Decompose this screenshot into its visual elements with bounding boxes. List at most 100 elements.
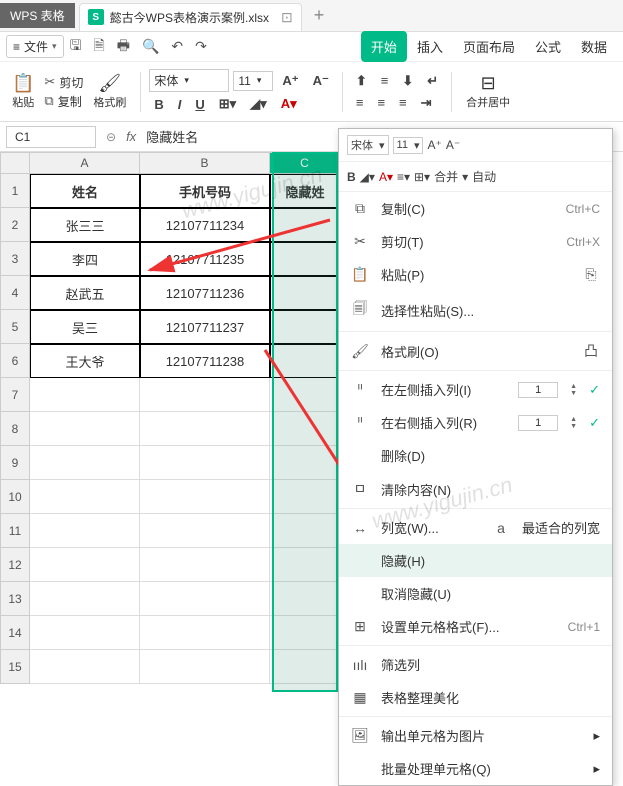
cell[interactable] — [140, 582, 270, 616]
select-all-corner[interactable] — [0, 152, 30, 174]
mini-border-icon[interactable]: ⊞▾ — [414, 170, 430, 184]
row-header[interactable]: 14 — [0, 616, 30, 650]
align-center-icon[interactable]: ≡ — [372, 93, 390, 112]
mini-size-select[interactable]: 11 ▾ — [393, 137, 424, 154]
cell[interactable] — [140, 378, 270, 412]
mini-align-icon[interactable]: ≡▾ — [397, 170, 410, 184]
context-menu-item[interactable]: ıılı筛选列 — [339, 648, 612, 681]
context-menu-item[interactable]: ✂剪切(T)Ctrl+X — [339, 225, 612, 258]
border-button[interactable]: ⊞▾ — [214, 94, 241, 114]
insert-count-spinner[interactable]: 1 — [518, 382, 558, 398]
mini-fill-icon[interactable]: ◢▾ — [360, 170, 375, 184]
cell[interactable] — [30, 650, 140, 684]
context-menu-item[interactable]: 📋粘贴(P)⎘ — [339, 258, 612, 291]
font-size-select[interactable]: 11▾ — [233, 71, 273, 91]
undo-icon[interactable]: ↶ — [171, 38, 183, 55]
context-menu-item[interactable]: 取消隐藏(U) — [339, 577, 612, 610]
print-icon[interactable]: 🖶 — [117, 35, 130, 59]
align-right-icon[interactable]: ≡ — [394, 93, 412, 112]
bold-button[interactable]: B — [149, 95, 168, 114]
font-name-select[interactable]: 宋体▾ — [149, 69, 229, 92]
column-header[interactable]: A — [30, 152, 140, 174]
context-menu-item[interactable]: 隐藏(H) — [339, 544, 612, 577]
row-header[interactable]: 13 — [0, 582, 30, 616]
cell[interactable] — [30, 582, 140, 616]
file-menu-button[interactable]: ≡ 文件 ▾ — [6, 35, 64, 58]
cell[interactable]: 张三三 — [30, 208, 140, 242]
cell[interactable] — [140, 412, 270, 446]
cell[interactable]: 赵武五 — [30, 276, 140, 310]
preview-icon[interactable]: 🔍 — [142, 38, 159, 55]
row-header[interactable]: 5 — [0, 310, 30, 344]
column-header[interactable]: B — [140, 152, 270, 174]
italic-button[interactable]: I — [173, 95, 187, 114]
context-menu-item[interactable]: ㅁ清除内容(N) — [339, 472, 612, 506]
context-menu-item[interactable]: 🖼输出单元格为图片▸ — [339, 719, 612, 752]
row-header[interactable]: 11 — [0, 514, 30, 548]
align-bottom-icon[interactable]: ⬇ — [397, 71, 418, 91]
merge-center-button[interactable]: ⊟ 合并居中 — [460, 71, 516, 112]
row-header[interactable]: 6 — [0, 344, 30, 378]
menu-tab-2[interactable]: 页面布局 — [453, 31, 525, 62]
row-header[interactable]: 2 — [0, 208, 30, 242]
new-icon[interactable]: 🗎 — [94, 35, 105, 59]
formula-value[interactable]: 隐藏姓名 — [146, 127, 198, 146]
menu-tab-0[interactable]: 开始 — [361, 31, 407, 62]
add-tab-button[interactable]: + — [314, 5, 325, 26]
context-menu-item[interactable]: ⧉复制(C)Ctrl+C — [339, 192, 612, 225]
menu-tab-1[interactable]: 插入 — [407, 31, 453, 62]
close-icon[interactable]: ⊡ — [281, 9, 293, 26]
align-middle-icon[interactable]: ≡ — [376, 71, 394, 90]
context-menu-item[interactable]: 🗐选择性粘贴(S)... — [339, 291, 612, 329]
cell[interactable] — [30, 514, 140, 548]
cut-button[interactable]: ✂剪切 — [44, 74, 83, 91]
format-painter-button[interactable]: 🖌 格式刷 — [87, 71, 132, 112]
mini-decrease-font-icon[interactable]: A⁻ — [446, 138, 460, 152]
font-color-button[interactable]: A▾ — [276, 94, 302, 114]
cell[interactable]: 12107711237 — [140, 310, 270, 344]
mini-auto-button[interactable]: 自动 — [472, 168, 496, 185]
row-header[interactable]: 10 — [0, 480, 30, 514]
cell-name-box[interactable]: C1 — [6, 126, 96, 148]
cell[interactable] — [140, 480, 270, 514]
paste-button[interactable]: 📋 粘贴 — [6, 71, 40, 112]
copy-button[interactable]: ⧉复制 — [44, 93, 83, 110]
increase-font-icon[interactable]: A⁺ — [277, 71, 303, 91]
cell[interactable]: 吴三 — [30, 310, 140, 344]
cell[interactable]: 李四 — [30, 242, 140, 276]
context-menu-item[interactable]: 删除(D) — [339, 439, 612, 472]
wrap-text-icon[interactable]: ↵ — [422, 71, 443, 91]
context-menu-item[interactable]: ᑊᑊ在左侧插入列(I)1▲▼✓ — [339, 373, 612, 406]
mini-bold-icon[interactable]: B — [347, 170, 356, 184]
fill-color-button[interactable]: ◢▾ — [245, 94, 272, 114]
row-header[interactable]: 7 — [0, 378, 30, 412]
mini-color-icon[interactable]: A▾ — [379, 170, 393, 184]
cell[interactable]: 姓名 — [30, 174, 140, 208]
document-tab[interactable]: S 懿古今WPS表格演示案例.xlsx ⊡ — [79, 3, 302, 31]
cell[interactable] — [30, 480, 140, 514]
save-icon[interactable]: 🖫 — [70, 35, 82, 59]
context-menu-item[interactable]: 批量处理单元格(Q)▸ — [339, 752, 612, 785]
cell[interactable] — [30, 412, 140, 446]
cell[interactable] — [140, 548, 270, 582]
context-menu-item[interactable]: ⊞设置单元格格式(F)...Ctrl+1 — [339, 610, 612, 643]
mini-font-select[interactable]: 宋体 ▾ — [347, 135, 389, 155]
align-top-icon[interactable]: ⬆ — [351, 71, 372, 91]
zoom-icon[interactable]: ⊝ — [106, 130, 116, 144]
cell[interactable]: 手机号码 — [140, 174, 270, 208]
context-menu-item[interactable]: ▦表格整理美化 — [339, 681, 612, 714]
context-menu-item[interactable]: 🖌格式刷(O)凸 — [339, 334, 612, 368]
fx-label[interactable]: fx — [126, 129, 136, 144]
cell[interactable] — [30, 616, 140, 650]
cell[interactable]: 王大爷 — [30, 344, 140, 378]
menu-tab-3[interactable]: 公式 — [525, 31, 571, 62]
indent-icon[interactable]: ⇥ — [416, 93, 437, 113]
mini-increase-font-icon[interactable]: A⁺ — [427, 138, 441, 152]
decrease-font-icon[interactable]: A⁻ — [308, 71, 334, 91]
row-header[interactable]: 15 — [0, 650, 30, 684]
underline-button[interactable]: U — [190, 95, 209, 114]
row-header[interactable]: 1 — [0, 174, 30, 208]
context-menu-item[interactable]: ᑊᑊ在右侧插入列(R)1▲▼✓ — [339, 406, 612, 439]
cell[interactable] — [140, 616, 270, 650]
context-menu-item[interactable]: ↔列宽(W)...a最适合的列宽 — [339, 511, 612, 544]
